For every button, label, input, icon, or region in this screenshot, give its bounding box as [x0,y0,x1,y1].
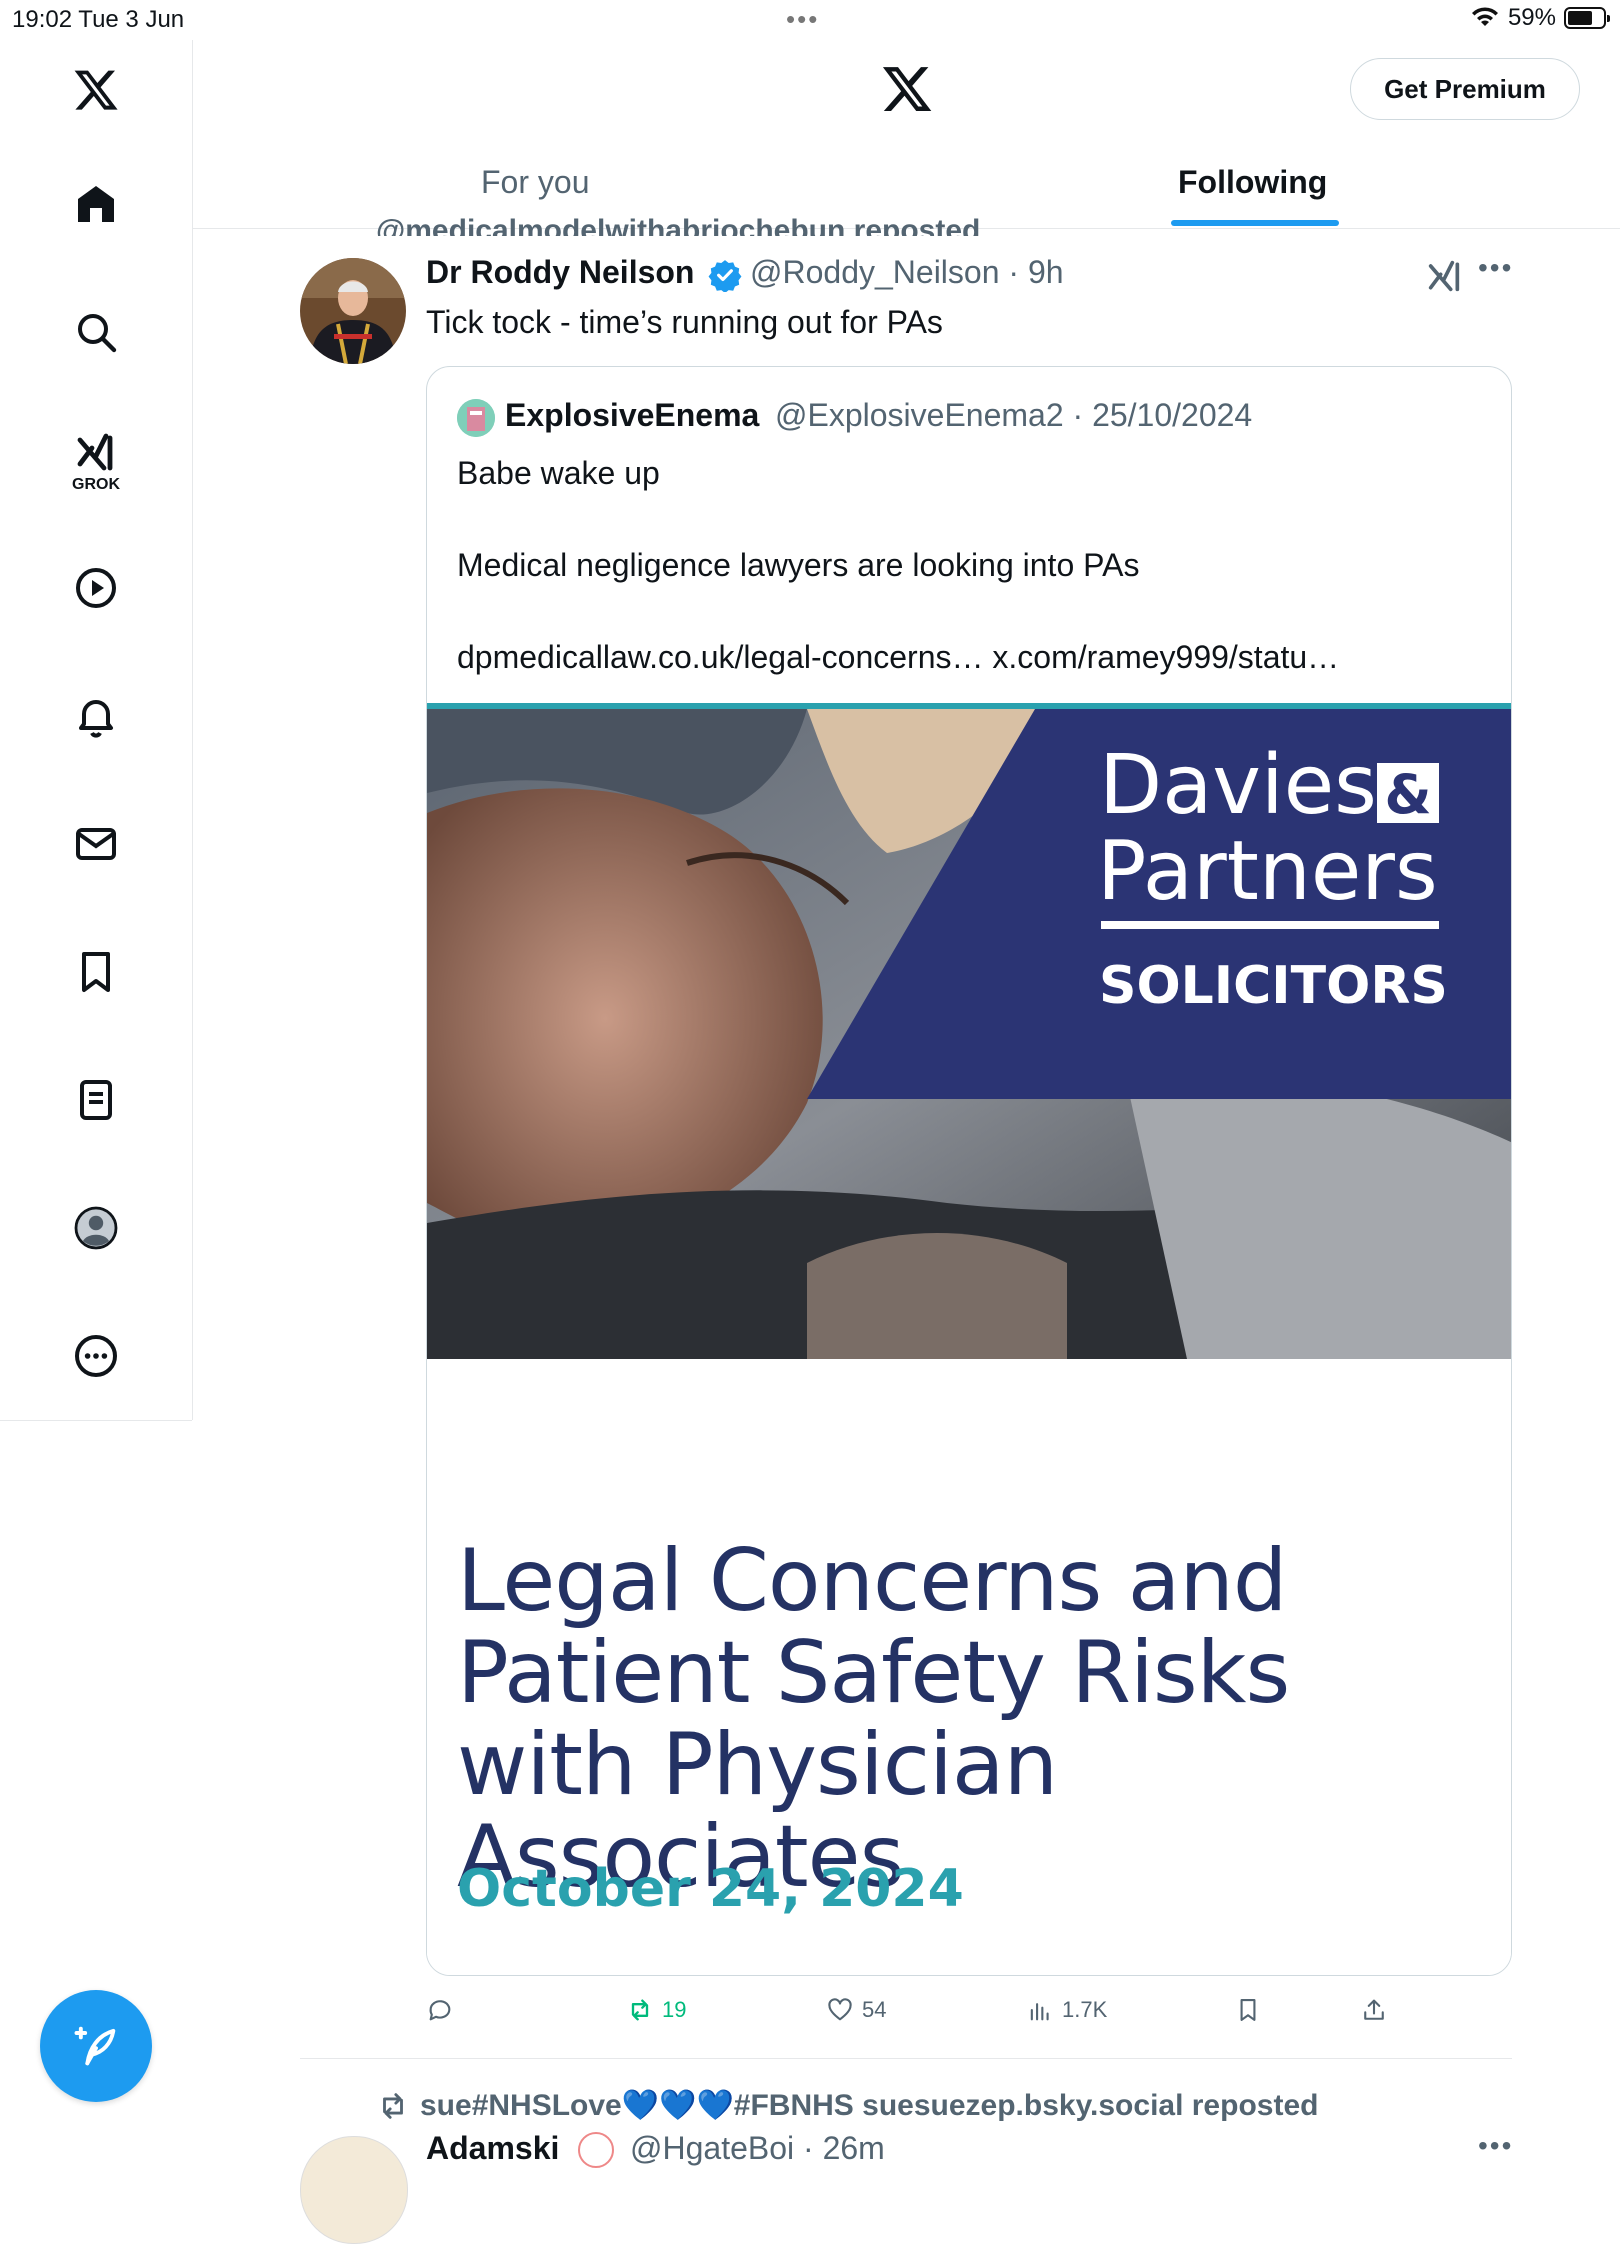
grok-label: GROK [72,476,120,493]
x-header-logo-icon[interactable] [880,62,934,116]
retweet-count: 19 [662,1997,687,2022]
wifi-icon [1471,7,1498,26]
profile-icon[interactable] [70,1202,122,1254]
status-bar: 19:02 Tue 3 Jun ••• 59% [0,0,1620,40]
status-right: 59% [1470,4,1610,32]
author-handle-time[interactable]: @Roddy_Neilson · 9h [750,254,1064,291]
quoted-author-name: ExplosiveEnema [505,397,760,433]
views-button[interactable]: 1.7K [1026,1996,1107,2024]
quoted-links[interactable]: dpmedicallaw.co.uk/legal-concerns… x.com… [457,639,1339,676]
brand-solicitors: SOLICITORS [1099,956,1448,1016]
link-card-date: October 24, 2024 [457,1859,964,1919]
link-card-body[interactable]: Legal Concerns and Patient Safety Risks … [427,1359,1511,1975]
author-handle-time[interactable]: @HgateBoi · 26m [630,2130,885,2167]
tweet-actions: 19 54 1.7K [426,1996,1526,2036]
more-options-icon[interactable]: ••• [1478,252,1513,284]
heart-icon [828,1998,852,2021]
video-play-icon[interactable] [70,562,122,614]
multitask-dots[interactable]: ••• [786,4,819,35]
battery-icon [1564,7,1610,29]
repost-context-partial: @medicalmodelwithabriochebun reposted [376,214,981,236]
like-button[interactable]: 54 [826,1996,886,2024]
brand-partners: Partners [1097,824,1438,919]
tweet-divider [300,2058,1512,2059]
share-icon [1364,1999,1384,2020]
author-name[interactable]: Adamski [426,2130,559,2167]
grok-icon[interactable] [70,426,122,478]
avatar[interactable] [300,258,406,364]
sidebar: GROK [0,40,193,1421]
grok-icon[interactable] [1424,256,1464,296]
home-icon[interactable] [70,178,122,230]
retweet-icon [383,2092,403,2119]
quoted-tweet[interactable]: ExplosiveEnema @ExplosiveEnema2 · 25/10/… [426,366,1512,1976]
brand-davies: Davies [1099,738,1377,833]
author-name[interactable]: Dr Roddy Neilson [426,254,694,291]
repost-context[interactable]: sue#NHSLove💙💙💙#FBNHS suesuezep.bsky.soci… [376,2088,1318,2123]
bell-icon[interactable] [70,690,122,742]
avatar[interactable] [300,2136,408,2244]
link-card-image[interactable]: Davies & Partners SOLICITORS [427,703,1512,1359]
tab-following[interactable]: Following [1178,164,1327,201]
retweet-button[interactable]: 19 [626,1996,686,2024]
tweet-text: Tick tock - time’s running out for PAs [426,304,943,340]
more-options-icon[interactable]: ••• [1478,2130,1513,2162]
lists-icon[interactable] [70,1074,122,1126]
active-tab-indicator [1171,220,1339,226]
profile-emoji-icon [578,2132,614,2168]
bookmark-icon[interactable] [70,946,122,998]
share-button[interactable] [1360,1996,1388,2024]
battery-percent: 59% [1507,4,1556,31]
quoted-text-line: Babe wake up [457,455,660,491]
like-count: 54 [862,1997,887,2022]
reply-button[interactable] [426,1996,462,2024]
x-logo-icon[interactable] [70,64,122,116]
compose-button[interactable] [40,1990,152,2102]
mail-icon[interactable] [70,818,122,870]
view-count: 1.7K [1062,1997,1108,2022]
bookmark-icon [1240,1999,1256,2021]
retweet-icon [631,1999,649,2021]
feather-plus-icon [74,2026,116,2066]
status-time: 19:02 Tue 3 Jun [12,6,185,33]
search-icon[interactable] [70,306,122,358]
views-chart-icon [1030,2003,1049,2021]
quoted-avatar [457,399,495,437]
bookmark-button[interactable] [1234,1996,1262,2024]
quoted-text-line: Medical negligence lawyers are looking i… [457,547,1140,583]
more-icon[interactable] [70,1330,122,1382]
repost-context-text: sue#NHSLove💙💙💙#FBNHS suesuezep.bsky.soci… [420,2089,1319,2122]
quoted-handle-date: @ExplosiveEnema2 · 25/10/2024 [775,397,1253,433]
tab-for-you[interactable]: For you [481,164,589,201]
link-card-title: Legal Concerns and Patient Safety Risks … [457,1531,1290,1907]
get-premium-button[interactable]: Get Premium [1350,58,1580,120]
brand-ampersand: & [1384,763,1431,826]
reply-icon [429,2000,451,2021]
verified-badge-icon [708,260,742,292]
